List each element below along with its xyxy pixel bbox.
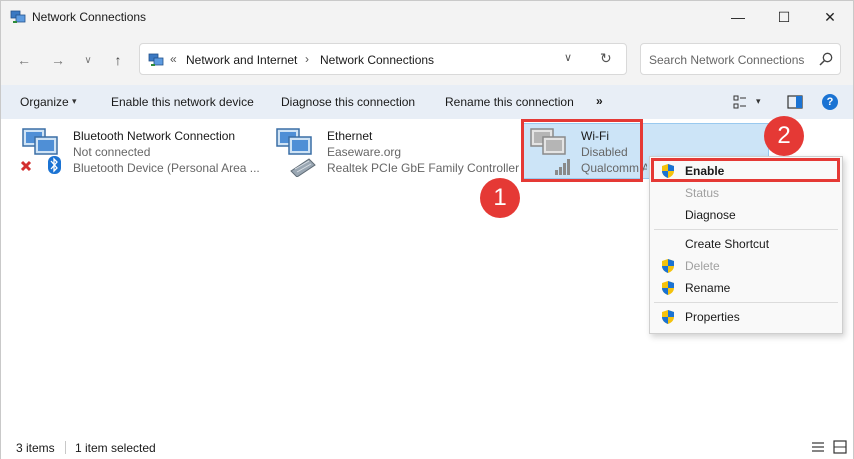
search-input[interactable]: Search Network Connections (649, 53, 804, 67)
breadcrumb-separator[interactable]: › (305, 52, 309, 66)
network-connections-icon (148, 53, 164, 66)
refresh-icon[interactable]: ↻ (600, 50, 612, 67)
details-view-icon[interactable] (811, 440, 825, 454)
connection-device: Bluetooth Device (Personal Area ... (73, 161, 259, 175)
explorer-window: Network Connections — ☐ ✕ ← → ∨ ↑ « Netw… (0, 0, 854, 459)
menu-item-diagnose[interactable]: Diagnose (650, 204, 842, 226)
annotation-box-wifi (521, 119, 643, 182)
menu-item-label: Status (685, 186, 720, 200)
diagnose-connection-button[interactable]: Diagnose this connection (281, 95, 415, 109)
address-dropdown-icon[interactable]: ∨ (564, 51, 572, 64)
address-bar[interactable]: « Network and Internet › Network Connect… (139, 43, 627, 75)
uac-shield-icon (662, 281, 674, 295)
search-box[interactable]: Search Network Connections (640, 43, 841, 75)
status-bar: 3 items 1 item selected (1, 435, 853, 459)
ethernet-adapter-icon (276, 128, 316, 177)
maximize-button[interactable]: ☐ (761, 1, 807, 33)
menu-item-label: Create Shortcut (685, 237, 770, 251)
connection-name: Ethernet (327, 129, 373, 143)
menu-item-delete: Delete (650, 255, 842, 277)
title-bar: Network Connections — ☐ ✕ (1, 1, 853, 33)
connection-name: Bluetooth Network Connection (73, 129, 236, 143)
organize-dropdown-icon[interactable]: ▾ (72, 96, 77, 107)
menu-item-label: Rename (685, 281, 731, 295)
uac-shield-icon (662, 259, 674, 273)
more-commands-button[interactable]: » (596, 94, 603, 108)
network-connections-app-icon (10, 10, 26, 23)
change-view-icon[interactable] (733, 95, 747, 109)
context-menu: Enable Status Diagnose Create Shortcut D… (649, 156, 843, 334)
menu-item-status: Status (650, 182, 842, 204)
status-divider (65, 441, 66, 454)
breadcrumb-overflow[interactable]: « (170, 52, 177, 66)
window-title: Network Connections (32, 10, 147, 24)
annotation-step-1: 1 (480, 178, 520, 218)
minimize-button[interactable]: — (715, 1, 761, 33)
view-dropdown-icon[interactable]: ▾ (756, 96, 761, 107)
address-row: ← → ∨ ↑ « Network and Internet › Network… (1, 33, 853, 85)
menu-item-rename[interactable]: Rename (650, 277, 842, 299)
rename-connection-button[interactable]: Rename this connection (445, 95, 574, 109)
search-icon[interactable] (818, 51, 834, 67)
annotation-step-2: 2 (764, 116, 804, 156)
menu-item-label: Delete (685, 259, 720, 273)
menu-item-create-shortcut[interactable]: Create Shortcut (650, 233, 842, 255)
up-button[interactable]: ↑ (107, 49, 129, 71)
item-count: 3 items (16, 441, 55, 455)
breadcrumb-network-and-internet[interactable]: Network and Internet (186, 53, 297, 67)
connection-status: Easeware.org (327, 145, 402, 159)
close-button[interactable]: ✕ (807, 1, 853, 33)
menu-separator (654, 229, 838, 230)
connection-item-ethernet[interactable]: Ethernet Easeware.org Realtek PCIe GbE F… (273, 125, 519, 183)
help-button[interactable]: ? (822, 94, 838, 110)
organize-button[interactable]: Organize (20, 95, 69, 109)
breadcrumb-network-connections[interactable]: Network Connections (320, 53, 434, 67)
menu-item-label: Diagnose (685, 208, 736, 222)
back-button[interactable]: ← (13, 49, 35, 71)
connection-item-bluetooth[interactable]: Bluetooth Network Connection Not connect… (19, 125, 259, 183)
uac-shield-icon (662, 310, 674, 324)
bluetooth-adapter-icon (20, 128, 61, 174)
menu-item-label: Properties (685, 310, 740, 324)
menu-separator (654, 302, 838, 303)
forward-button[interactable]: → (47, 49, 69, 71)
command-bar: Organize ▾ Enable this network device Di… (1, 85, 853, 119)
annotation-box-enable (651, 158, 840, 182)
tiles-view-icon[interactable] (833, 440, 847, 454)
preview-pane-icon[interactable] (787, 95, 803, 109)
connection-status: Not connected (73, 145, 151, 159)
connection-device: Realtek PCIe GbE Family Controller (327, 161, 520, 175)
selected-count: 1 item selected (75, 441, 156, 455)
recent-locations-button[interactable]: ∨ (77, 49, 99, 71)
enable-device-button[interactable]: Enable this network device (111, 95, 254, 109)
menu-item-properties[interactable]: Properties (650, 306, 842, 328)
